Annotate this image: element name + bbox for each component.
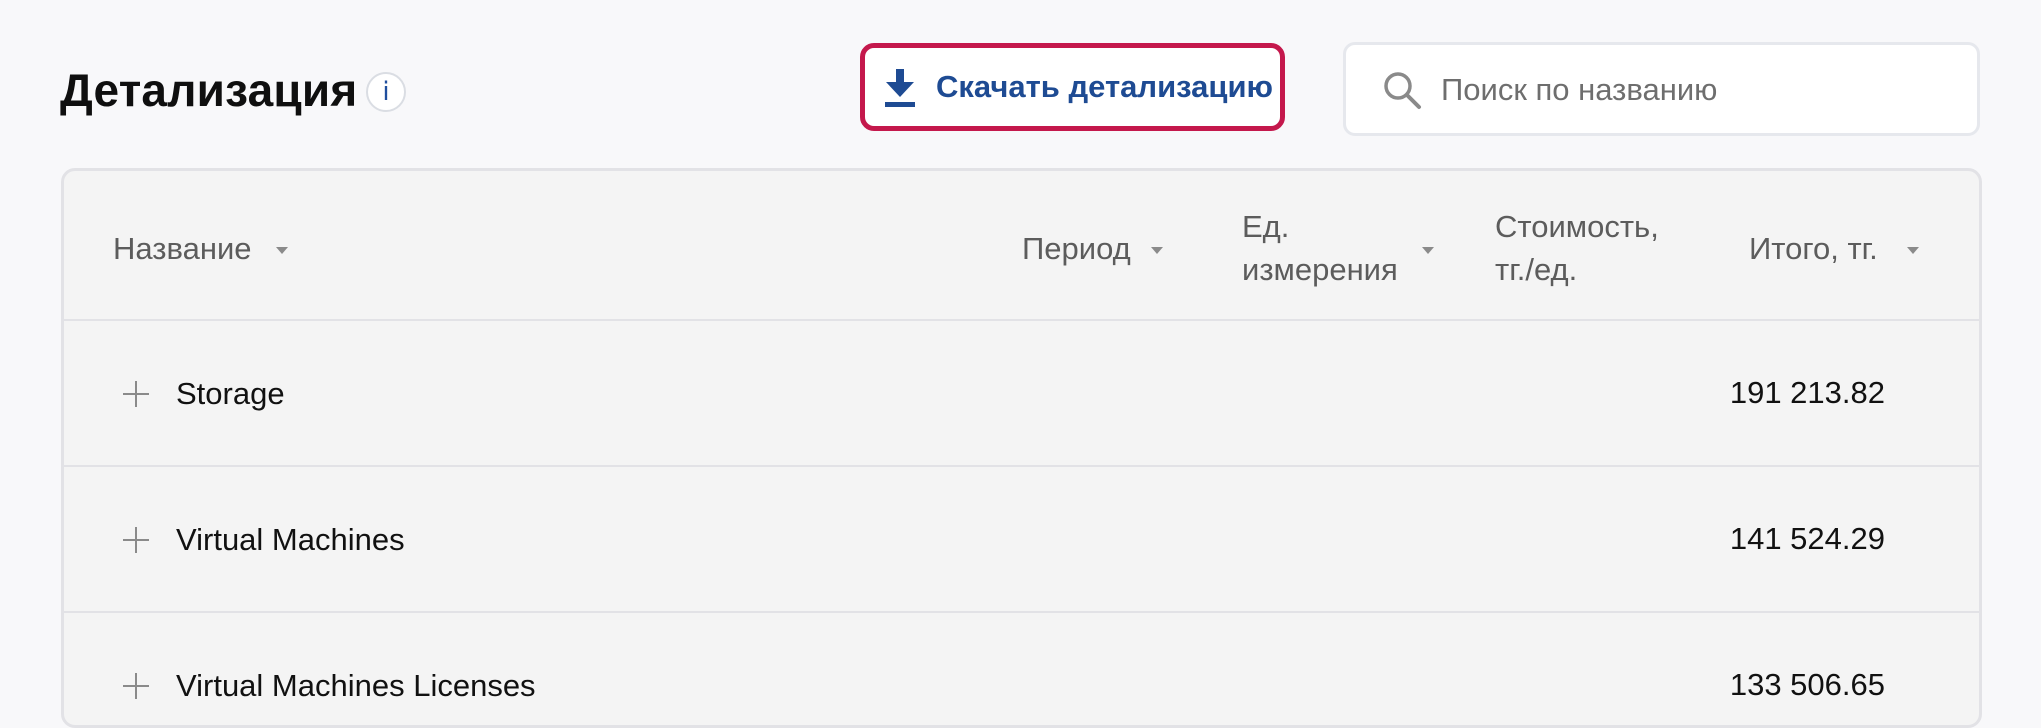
row-total: 191 213.82 xyxy=(1729,375,1885,410)
info-icon-glyph: i xyxy=(382,77,390,107)
download-details-button[interactable]: Скачать детализацию xyxy=(860,43,1285,131)
column-header-period[interactable]: Период xyxy=(1022,227,1131,270)
expand-plus-icon[interactable] xyxy=(123,673,149,699)
column-header-cost: Стоимость, тг./ед. xyxy=(1495,205,1659,291)
table-row[interactable]: Virtual Machines 141 524.29 xyxy=(64,467,1979,613)
row-name: Storage xyxy=(176,376,285,411)
sort-caret-icon xyxy=(276,247,288,254)
row-name: Virtual Machines xyxy=(176,522,405,557)
column-header-unit[interactable]: Ед. измерения xyxy=(1242,205,1398,291)
column-header-unit-line1: Ед. xyxy=(1242,209,1290,244)
search-box[interactable] xyxy=(1343,42,1980,136)
row-name: Virtual Machines Licenses xyxy=(176,668,536,703)
column-header-cost-line1: Стоимость, xyxy=(1495,209,1659,244)
sort-caret-icon xyxy=(1422,247,1434,254)
expand-plus-icon[interactable] xyxy=(123,527,149,553)
expand-plus-icon[interactable] xyxy=(123,381,149,407)
table-row[interactable]: Virtual Machines Licenses 133 506.65 xyxy=(64,613,1979,725)
table-row[interactable]: Storage 191 213.82 xyxy=(64,321,1979,467)
column-header-unit-line2: измерения xyxy=(1242,252,1398,287)
column-header-name[interactable]: Название xyxy=(113,227,252,270)
details-table: Название Период Ед. измерения Стоимость,… xyxy=(61,168,1982,728)
sort-caret-icon xyxy=(1907,247,1919,254)
row-total: 141 524.29 xyxy=(1729,521,1885,556)
row-total: 133 506.65 xyxy=(1729,667,1885,702)
page-title: Детализация xyxy=(60,64,358,116)
sort-caret-icon xyxy=(1151,247,1163,254)
column-header-total[interactable]: Итого, тг. xyxy=(1749,227,1878,270)
column-header-cost-line2: тг./ед. xyxy=(1495,252,1578,287)
download-details-label: Скачать детализацию xyxy=(936,69,1273,104)
search-input[interactable] xyxy=(1441,63,1941,117)
table-header: Название Период Ед. измерения Стоимость,… xyxy=(64,171,1979,321)
info-icon[interactable]: i xyxy=(366,72,406,112)
column-header-period-label: Период xyxy=(1022,231,1131,266)
column-header-name-label: Название xyxy=(113,231,252,266)
column-header-total-label: Итого, тг. xyxy=(1749,231,1878,266)
download-icon xyxy=(885,69,915,107)
search-icon xyxy=(1384,72,1421,109)
